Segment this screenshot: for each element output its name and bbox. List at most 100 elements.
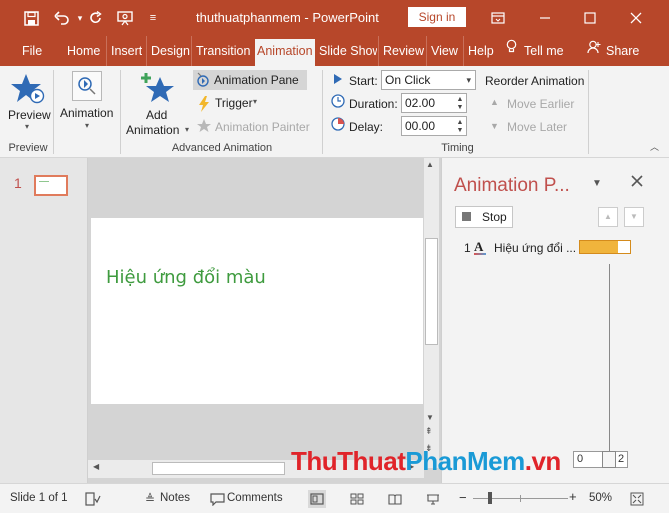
scroll-down-icon[interactable]: ▼ xyxy=(426,413,434,422)
group-separator xyxy=(120,70,121,154)
lightning-icon xyxy=(198,96,210,112)
scroll-left-icon[interactable]: ◀ xyxy=(93,462,99,471)
animation-item-number: 1 xyxy=(464,241,471,255)
tell-me-search[interactable]: Tell me xyxy=(524,36,564,66)
tab-file[interactable]: File xyxy=(22,36,42,66)
timeline-zoom-handle[interactable] xyxy=(602,451,616,468)
star-play-icon[interactable] xyxy=(8,72,48,104)
tab-help[interactable]: Help xyxy=(463,36,494,66)
vertical-scrollbar[interactable]: ▲ ▼ ⇞ ⇟ xyxy=(424,158,439,468)
animation-gallery-icon[interactable] xyxy=(72,71,102,101)
tab-animations[interactable]: Animation xyxy=(255,39,315,66)
sign-in-button[interactable]: Sign in xyxy=(408,7,466,27)
trigger-button[interactable]: Trigger xyxy=(215,96,253,110)
move-down-icon[interactable]: ▼ xyxy=(624,207,644,227)
horizontal-scroll-thumb[interactable] xyxy=(152,462,285,475)
spell-check-icon[interactable] xyxy=(84,490,102,508)
slide-text-box[interactable]: Hiệu ứng đổi màu xyxy=(106,267,266,288)
delay-input[interactable]: 00.00 ▲ ▼ xyxy=(401,116,467,136)
customize-icon[interactable]: ≡ xyxy=(143,8,163,28)
stop-label: Stop xyxy=(482,210,507,224)
timeline-end-label: 2 xyxy=(618,453,625,465)
preview-button[interactable]: Preview xyxy=(8,108,51,122)
thumbnail-text-line xyxy=(39,181,49,182)
reading-view-icon[interactable] xyxy=(386,490,404,508)
previous-slide-icon[interactable]: ⇞ xyxy=(425,426,433,437)
tab-transitions[interactable]: Transition xyxy=(191,36,253,66)
slide-thumbnail-pane: 1 xyxy=(0,158,88,483)
zoom-in-icon[interactable]: + xyxy=(569,489,577,504)
share-icon[interactable] xyxy=(587,36,603,66)
zoom-slider-thumb[interactable] xyxy=(488,492,492,504)
preview-dropdown-icon[interactable]: ▾ xyxy=(25,122,29,131)
timing-group-label: Timing xyxy=(441,142,474,154)
spin-down-icon[interactable]: ▼ xyxy=(455,103,465,112)
slideshow-view-icon[interactable] xyxy=(424,490,442,508)
preview-group-label: Preview xyxy=(8,142,48,154)
watermark-part-1: ThuThuat xyxy=(291,446,406,476)
add-animation-line1[interactable]: Add xyxy=(146,108,167,122)
tab-design[interactable]: Design xyxy=(146,36,190,66)
tab-view[interactable]: View xyxy=(426,36,458,66)
group-separator xyxy=(53,70,54,154)
fit-to-window-icon[interactable] xyxy=(628,490,646,508)
save-icon[interactable] xyxy=(21,8,41,28)
move-later-button[interactable]: Move Later xyxy=(507,120,567,134)
duration-input[interactable]: 02.00 ▲ ▼ xyxy=(401,93,467,113)
zoom-out-icon[interactable]: − xyxy=(459,490,467,505)
tab-home[interactable]: Home xyxy=(67,36,100,66)
minimize-icon[interactable] xyxy=(535,8,555,28)
tab-review[interactable]: Review xyxy=(378,36,424,66)
add-animation-star-icon[interactable] xyxy=(140,71,176,107)
tab-slide-show[interactable]: Slide Show xyxy=(319,36,377,66)
scroll-up-icon[interactable]: ▲ xyxy=(426,160,434,169)
timeline-ruler[interactable]: 0 2 xyxy=(573,451,628,468)
vertical-scroll-thumb[interactable] xyxy=(425,238,438,345)
notes-button[interactable]: Notes xyxy=(160,492,190,504)
move-earlier-button[interactable]: Move Earlier xyxy=(507,97,574,111)
animation-dropdown-icon[interactable]: ▾ xyxy=(85,121,89,130)
animation-painter-button[interactable]: Animation Painter xyxy=(215,120,310,134)
spin-down-icon[interactable]: ▼ xyxy=(455,126,465,135)
move-up-icon[interactable]: ▲ xyxy=(598,207,618,227)
share-button[interactable]: Share xyxy=(606,36,639,66)
group-separator xyxy=(588,70,589,154)
title-bar: ▾ ≡ thuthuatphanmem - PowerPoint Sign in xyxy=(0,0,669,36)
animation-list-item[interactable]: 1 A Hiệu ứng đổi ... xyxy=(450,238,635,258)
slide-thumbnail[interactable] xyxy=(34,175,68,196)
watermark-part-3: .vn xyxy=(524,446,562,476)
animation-pane-button[interactable]: Animation Pane xyxy=(193,70,307,90)
start-select[interactable]: On Click ▾ xyxy=(381,70,476,90)
timeline-playhead-line xyxy=(609,264,610,454)
normal-view-icon[interactable] xyxy=(308,490,326,508)
stop-button[interactable]: Stop xyxy=(455,206,513,228)
start-value: On Click xyxy=(385,73,431,87)
watermark-logo: ThuThuatPhanMem.vn xyxy=(291,446,561,477)
stop-icon xyxy=(462,212,471,221)
trigger-dropdown-icon[interactable]: ▾ xyxy=(253,97,257,106)
tab-insert[interactable]: Insert xyxy=(106,36,142,66)
slide-canvas[interactable]: Hiệu ứng đổi màu xyxy=(91,218,423,404)
animation-pane-label: Animation Pane xyxy=(214,73,299,87)
pane-options-icon[interactable]: ▼ xyxy=(592,178,602,189)
timeline-duration-bar[interactable] xyxy=(580,241,618,253)
clock-icon xyxy=(331,94,345,108)
slide-sorter-icon[interactable] xyxy=(348,490,366,508)
group-separator xyxy=(322,70,323,154)
maximize-icon[interactable] xyxy=(580,8,600,28)
ribbon-options-icon[interactable] xyxy=(488,8,508,28)
close-icon[interactable] xyxy=(626,8,646,28)
undo-icon[interactable] xyxy=(52,8,72,28)
present-icon[interactable] xyxy=(115,8,135,28)
delay-value: 00.00 xyxy=(405,119,436,133)
add-animation-button[interactable]: Animation xyxy=(126,123,179,137)
redo-icon[interactable] xyxy=(86,8,106,28)
zoom-level[interactable]: 50% xyxy=(589,492,612,504)
add-animation-dropdown-icon[interactable]: ▾ xyxy=(185,125,189,134)
close-pane-icon[interactable] xyxy=(631,175,645,189)
animation-label[interactable]: Animation xyxy=(60,106,113,120)
window-title: thuthuatphanmem - PowerPoint xyxy=(196,10,379,25)
comments-button[interactable]: Comments xyxy=(227,492,283,504)
zoom-slider-midmark xyxy=(520,495,521,502)
collapse-ribbon-icon[interactable]: ︿ xyxy=(650,140,659,153)
